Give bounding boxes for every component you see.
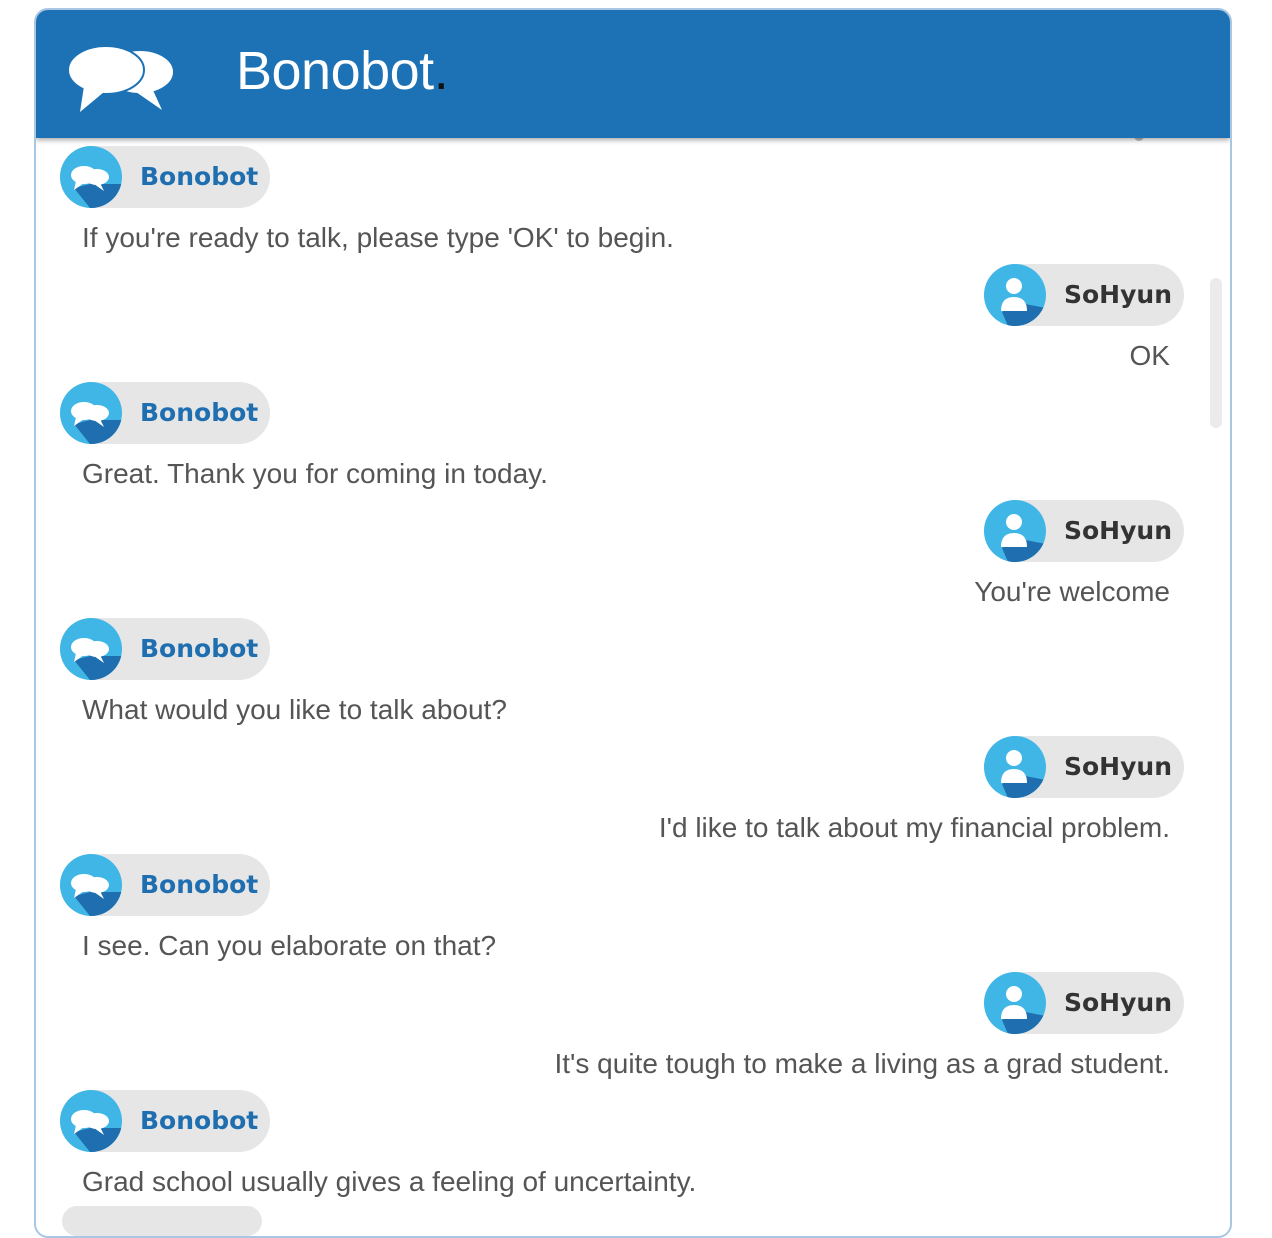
message-text: I see. Can you elaborate on that? xyxy=(82,930,497,961)
sender-name: SoHyun xyxy=(1064,752,1172,781)
bot-avatar-icon xyxy=(60,146,122,208)
sender-badge: SoHyun xyxy=(984,972,1184,1034)
sender-name: Bonobot xyxy=(140,162,259,191)
app-title-dot: . xyxy=(433,41,449,101)
user-avatar-icon xyxy=(984,972,1046,1034)
user-avatar-icon xyxy=(984,736,1046,798)
sender-name: Bonobot xyxy=(140,398,259,427)
sender-badge: Bonobot xyxy=(60,146,270,208)
sender-name: SoHyun xyxy=(1064,516,1172,545)
message-list: Bonobot If you're ready to talk, please … xyxy=(36,138,1230,1236)
sender-name: Bonobot xyxy=(140,634,259,663)
bot-avatar-icon xyxy=(60,382,122,444)
sender-name: SoHyun xyxy=(1064,988,1172,1017)
chat-bubbles-icon xyxy=(67,45,175,112)
bot-avatar-icon xyxy=(60,854,122,916)
bot-avatar-icon xyxy=(60,618,122,680)
chat-header: Bonobot. xyxy=(36,10,1230,138)
sender-name: SoHyun xyxy=(1064,280,1172,309)
user-avatar-icon xyxy=(984,264,1046,326)
chat-window: Bonobot. Bonobot If you're ready to talk… xyxy=(34,8,1232,1238)
message-text: You're welcome xyxy=(974,576,1170,607)
sender-name: Bonobot xyxy=(140,870,259,899)
user-avatar-icon xyxy=(984,500,1046,562)
sender-badge: SoHyun xyxy=(984,736,1184,798)
sender-name: Bonobot xyxy=(140,1106,259,1135)
bot-avatar-icon xyxy=(60,1090,122,1152)
message-text: If you're ready to talk, please type 'OK… xyxy=(82,222,674,253)
app-title: Bonobot. xyxy=(236,40,449,102)
sender-badge: Bonobot xyxy=(60,1090,270,1152)
message-text: I'd like to talk about my financial prob… xyxy=(658,812,1170,843)
sender-badge: Bonobot xyxy=(60,854,270,916)
message-text: Great. Thank you for coming in today. xyxy=(82,458,548,489)
app-title-text: Bonobot xyxy=(236,41,434,101)
message-text: Grad school usually gives a feeling of u… xyxy=(82,1166,697,1197)
sender-badge: SoHyun xyxy=(984,500,1184,562)
message-text: It's quite tough to make a living as a g… xyxy=(554,1048,1171,1079)
sender-badge: Bonobot xyxy=(60,618,270,680)
next-sender-badge-partial xyxy=(62,1206,262,1236)
message-text: OK xyxy=(1129,340,1170,371)
message-text: What would you like to talk about? xyxy=(82,694,507,725)
sender-badge: Bonobot xyxy=(60,382,270,444)
sender-badge: SoHyun xyxy=(984,264,1184,326)
scrollbar-thumb[interactable] xyxy=(1210,278,1222,428)
